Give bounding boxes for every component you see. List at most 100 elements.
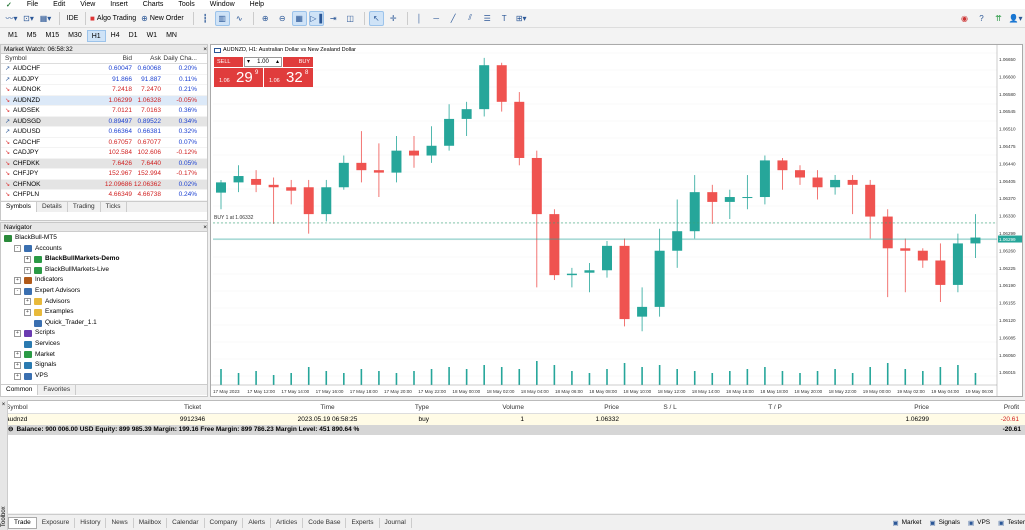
vertical-line-icon[interactable]: │ xyxy=(412,11,427,26)
market-watch-row[interactable]: ↘ AUDNOK 7.2418 7.2470 0.21% xyxy=(1,85,207,96)
tab-calendar[interactable]: Calendar xyxy=(167,517,205,528)
market-watch-row[interactable]: ↘ AUDSEK 7.0121 7.0163 0.36% xyxy=(1,106,207,117)
timeframe-h1[interactable]: H1 xyxy=(86,29,106,42)
tab-code-base[interactable]: Code Base xyxy=(303,517,347,528)
tab-articles[interactable]: Articles xyxy=(271,517,304,528)
crosshair-icon[interactable]: ✛ xyxy=(386,11,401,26)
plus-icon[interactable]: ▴ xyxy=(276,58,279,66)
text-icon[interactable]: T xyxy=(497,11,512,26)
fibonacci-icon[interactable]: ☰ xyxy=(480,11,495,26)
timeframe-h4[interactable]: H4 xyxy=(107,30,124,42)
app-menu-icon[interactable]: ✓ xyxy=(0,1,21,9)
nav-item[interactable]: + Indicators xyxy=(1,275,207,286)
col-change[interactable]: Daily Cha... xyxy=(161,54,200,63)
tab-news[interactable]: News xyxy=(106,517,134,528)
timeframe-m5[interactable]: M5 xyxy=(23,30,41,42)
tab-details[interactable]: Details xyxy=(37,202,68,212)
nav-item[interactable]: + VPS xyxy=(1,371,207,382)
buy-button[interactable]: BUY xyxy=(283,57,313,67)
market-watch-row[interactable]: ↘ CHFJPY 152.967 152.994 -0.17% xyxy=(1,169,207,180)
help-icon[interactable]: ? xyxy=(974,11,989,26)
expand-icon[interactable]: + xyxy=(14,277,21,285)
sell-button[interactable]: SELL xyxy=(214,57,243,67)
market-watch-row[interactable]: ↗ AUDUSD 0.66364 0.66381 0.32% xyxy=(1,127,207,138)
cursor-icon[interactable]: ↖ xyxy=(368,10,384,26)
volume-input[interactable]: ▾ 1.00 ▴ xyxy=(244,57,282,67)
menu-file[interactable]: File xyxy=(21,1,47,8)
menu-help[interactable]: Help xyxy=(244,1,273,8)
timeframe-m15[interactable]: M15 xyxy=(41,30,63,42)
nav-item[interactable]: - Accounts xyxy=(1,244,207,255)
template-icon[interactable]: ⊡▾ xyxy=(21,11,36,26)
timeframe-m30[interactable]: M30 xyxy=(64,30,86,42)
market-watch-row[interactable]: ↘ CADJPY 102.584 102.606 -0.12% xyxy=(1,148,207,159)
nav-item[interactable]: + BlackBullMarkets-Live xyxy=(1,265,207,276)
bar-chart-icon[interactable]: ┇ xyxy=(198,11,213,26)
tab-ticks[interactable]: Ticks xyxy=(101,202,127,212)
tab-favorites[interactable]: Favorites xyxy=(38,385,77,395)
tab-experts[interactable]: Experts xyxy=(346,517,380,528)
expand-icon[interactable]: + xyxy=(24,255,31,263)
zoom-in-icon[interactable]: ⊕ xyxy=(258,11,273,26)
col-tp-header[interactable]: T / P xyxy=(715,401,835,413)
col-symbol[interactable]: Symbol xyxy=(1,54,89,63)
shapes-icon[interactable]: ⊞▾ xyxy=(514,11,529,26)
timeframe-w1[interactable]: W1 xyxy=(143,30,162,42)
candlestick-icon[interactable]: ▥ xyxy=(214,10,230,26)
collapse-icon[interactable]: - xyxy=(14,287,21,295)
market-watch-row[interactable]: ↘ CHFNOK 12.09686 12.06362 0.02% xyxy=(1,179,207,190)
chart-type-icon[interactable]: 〰▾ xyxy=(4,11,19,26)
market-watch-row[interactable]: ↘ CHFDKK 7.6426 7.6440 0.05% xyxy=(1,158,207,169)
menu-insert[interactable]: Insert xyxy=(104,1,137,8)
tab-history[interactable]: History xyxy=(75,517,107,528)
nav-item[interactable]: + Examples xyxy=(1,307,207,318)
expand-icon[interactable]: + xyxy=(24,298,31,306)
expand-icon[interactable]: + xyxy=(24,308,31,316)
market-watch-row[interactable]: ↘ CHFPLN 4.66349 4.66738 0.24% xyxy=(1,190,207,201)
profiles-icon[interactable]: ▦▾ xyxy=(38,11,53,26)
nav-item[interactable]: + Market xyxy=(1,350,207,361)
col-ticket-header[interactable]: Ticket xyxy=(120,401,265,413)
menu-view[interactable]: View xyxy=(74,1,104,8)
menu-tools[interactable]: Tools xyxy=(172,1,203,8)
sell-price[interactable]: 1.06 29 9 xyxy=(214,67,263,87)
algo-trading-button[interactable]: ■ Algo Trading xyxy=(90,11,139,26)
signal-icon[interactable]: ⇈ xyxy=(991,11,1006,26)
expand-icon[interactable]: + xyxy=(14,361,21,369)
tab-journal[interactable]: Journal xyxy=(380,517,412,528)
tab-trade[interactable]: Trade xyxy=(8,516,37,529)
quick-signals-button[interactable]: ▣ Signals xyxy=(929,519,959,527)
market-watch-row[interactable]: ↘ AUDNZD 1.06299 1.06328 -0.05% xyxy=(1,95,207,106)
minus-icon[interactable]: ▾ xyxy=(247,58,250,66)
menu-edit[interactable]: Edit xyxy=(47,1,74,8)
tab-common[interactable]: Common xyxy=(1,385,39,395)
col-bid[interactable]: Bid xyxy=(89,54,132,63)
collapse-icon[interactable]: - xyxy=(14,245,21,253)
screenshot-icon[interactable]: ◫ xyxy=(343,11,358,26)
chart-shift-icon[interactable]: ⇥ xyxy=(326,11,341,26)
tab-company[interactable]: Company xyxy=(205,517,244,528)
market-watch-row[interactable]: ↘ CADCHF 0.67057 0.67077 0.07% xyxy=(1,138,207,148)
col-symbol-header[interactable]: Symbol xyxy=(0,401,120,413)
expand-icon[interactable]: + xyxy=(14,372,21,380)
line-chart-icon[interactable]: ∿ xyxy=(232,11,247,26)
menu-window[interactable]: Window xyxy=(204,1,244,8)
nav-item[interactable]: + BlackBullMarkets-Demo xyxy=(1,254,207,265)
nav-item[interactable]: - Expert Advisors xyxy=(1,286,207,297)
timeframe-d1[interactable]: D1 xyxy=(125,30,142,42)
nav-item[interactable]: Quick_Trader_1.1 xyxy=(1,318,207,329)
col-price-header[interactable]: Price xyxy=(835,401,935,413)
market-watch-row[interactable]: ↗ AUDCHF 0.60047 0.60068 0.20% xyxy=(1,64,207,75)
autoscroll-icon[interactable]: ▷▐ xyxy=(308,10,324,26)
menu-charts[interactable]: Charts xyxy=(137,1,173,8)
tab-mailbox[interactable]: Mailbox xyxy=(134,517,168,528)
timeframe-mn[interactable]: MN xyxy=(162,30,181,42)
new-order-button[interactable]: ⊕ New Order xyxy=(141,11,187,26)
account-icon[interactable]: 👤▾ xyxy=(1008,11,1023,26)
market-watch-row[interactable]: ↗ AUDSGD 0.89497 0.89522 0.34% xyxy=(1,116,207,127)
nav-item[interactable]: + Advisors xyxy=(1,297,207,308)
expand-icon[interactable]: + xyxy=(24,266,31,274)
expand-icon[interactable]: + xyxy=(14,351,21,359)
col-profit-header[interactable]: Profit xyxy=(935,401,1025,413)
zoom-out-icon[interactable]: ⊖ xyxy=(275,11,290,26)
